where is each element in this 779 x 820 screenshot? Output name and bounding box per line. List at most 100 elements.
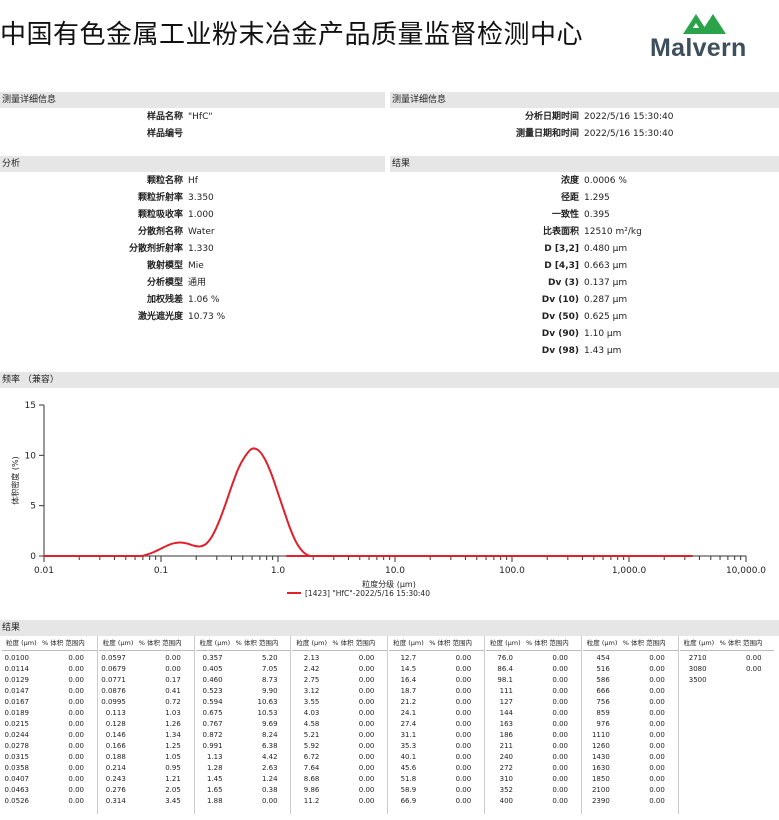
size-cell: 0.146 (105, 731, 126, 739)
size-cell: 58.9 (400, 786, 417, 794)
volume-cell: 0.00 (552, 654, 568, 662)
size-cell: 16.4 (400, 676, 417, 684)
volume-cell: 8.24 (262, 731, 278, 739)
field-label: 颗粒吸收率 (137, 210, 183, 220)
table-row: 0.0189 0.00 (2, 709, 97, 720)
size-cell: 6.72 (303, 753, 320, 761)
volume-cell: 0.00 (649, 654, 665, 662)
volume-cell: 0.00 (746, 665, 762, 673)
chart-panel: 频率 （兼容） 0 5 10 15 0.01 0.1 1.0 10.0 100.0 1,000.0… (0, 372, 779, 617)
volume-cell: 8.73 (262, 676, 278, 684)
volume-cell: 0.00 (68, 753, 84, 761)
panel-heading: 分析 (0, 156, 385, 172)
volume-cell: 0.00 (552, 786, 568, 794)
field-label: 一致性 (551, 210, 579, 220)
col-header-volume: % 体积 范围内 (332, 639, 376, 647)
size-cell: 666 (596, 687, 610, 695)
size-cell: 14.5 (400, 665, 417, 673)
table-column-group: 粒度 (µm) % 体积 范围内 2710 0.00 3080 0.00 3500 (679, 636, 775, 814)
col-header-size: 粒度 (µm) (102, 639, 134, 647)
size-cell: 2.42 (303, 665, 320, 673)
volume-cell: 1.24 (262, 775, 278, 783)
volume-cell: 0.00 (649, 676, 665, 684)
table-row: 0.767 9.69 (196, 720, 291, 731)
size-cell: 0.0278 (4, 742, 30, 750)
volume-cell: 0.00 (649, 687, 665, 695)
table-row: 272 0.00 (486, 764, 581, 775)
field-value: 1.000 (188, 210, 214, 220)
table-column-group: 粒度 (µm) % 体积 范围内 0.0597 0.00 0.0679 0.00 0.077… (98, 636, 194, 814)
field-value: 3.350 (188, 193, 214, 203)
field-label: 分析日期时间 (524, 112, 579, 122)
table-row: 1110 0.00 (583, 731, 678, 742)
table-row: 31.1 0.00 (389, 731, 484, 742)
size-cell: 1630 (591, 764, 610, 772)
table-row: 144 0.00 (486, 709, 581, 720)
volume-cell: 0.00 (455, 709, 472, 717)
field-row: 样品名称 "HfC" (0, 109, 213, 126)
volume-cell: 0.00 (455, 698, 472, 706)
size-cell: 51.8 (400, 775, 417, 783)
volume-cell: 0.00 (262, 797, 278, 805)
size-cell: 5.21 (303, 731, 320, 739)
field-row: 加权残差 1.06 % (0, 292, 219, 309)
series-line (44, 447, 693, 557)
field-row: 颗粒名称 Hf (0, 173, 198, 190)
volume-cell: 0.00 (649, 775, 665, 783)
field-label: 颗粒折射率 (137, 193, 183, 203)
volume-cell: 1.21 (165, 775, 181, 783)
x-axis-label: 粒度分级 (µm) (362, 579, 416, 589)
col-header-size: 粒度 (µm) (683, 639, 715, 647)
table-row: 40.1 0.00 (389, 753, 484, 764)
panel-heading: 结果 (0, 620, 779, 636)
volume-cell: 0.00 (358, 775, 375, 783)
volume-cell: 1.34 (165, 731, 181, 739)
volume-cell: 0.00 (455, 687, 472, 695)
size-cell: 1260 (591, 742, 610, 750)
table-row: 8.68 0.00 (292, 775, 387, 786)
size-cell: 0.523 (202, 687, 223, 695)
size-cell: 18.7 (400, 687, 417, 695)
size-cell: 144 (499, 709, 513, 717)
col-header-volume: % 体积 范围内 (526, 639, 569, 647)
volume-cell: 0.00 (552, 753, 568, 761)
table-row: 211 0.00 (486, 742, 581, 753)
volume-cell: 0.00 (455, 654, 472, 662)
volume-cell: 0.00 (552, 676, 568, 684)
volume-cell: 2.63 (262, 764, 278, 772)
x-tick-label: 10.0 (385, 566, 405, 576)
size-cell: 0.0526 (4, 797, 30, 805)
table-row: 0.128 1.26 (99, 720, 194, 731)
volume-cell: 1.03 (165, 709, 181, 717)
volume-cell: 0.00 (68, 654, 84, 662)
volume-cell: 0.00 (649, 786, 665, 794)
size-cell: 1430 (591, 753, 610, 761)
col-header-volume: % 体积 范围内 (719, 639, 763, 647)
col-header-size: 粒度 (µm) (586, 639, 618, 647)
size-cell: 0.0876 (101, 687, 126, 695)
volume-cell: 0.00 (68, 720, 84, 728)
column-divider (677, 636, 679, 814)
size-cell: 0.357 (202, 654, 223, 662)
table-row: 66.9 0.00 (389, 797, 484, 808)
volume-cell: 0.00 (358, 676, 375, 684)
table-row: 98.1 0.00 (486, 676, 581, 687)
table-row: 0.0463 0.00 (2, 786, 97, 797)
panel-heading: 测量详细信息 (0, 92, 385, 108)
size-cell: 2390 (591, 797, 610, 805)
y-tick-label: 15 (25, 401, 36, 411)
size-cell: 272 (499, 764, 513, 772)
table-row: 9.86 0.00 (292, 786, 387, 797)
size-cell: 0.314 (105, 797, 126, 805)
table-row: 0.0114 0.00 (2, 665, 97, 676)
field-value: 2022/5/16 15:30:40 (584, 129, 674, 139)
field-row: 比表面积 12510 m²/kg (390, 224, 642, 241)
size-cell: 35.3 (400, 742, 417, 750)
field-value: 12510 m²/kg (584, 227, 642, 237)
field-value: 1.43 µm (584, 346, 622, 356)
volume-cell: 0.00 (552, 742, 568, 750)
size-cell: 66.9 (400, 797, 417, 805)
table-row: 666 0.00 (583, 687, 678, 698)
volume-cell: 0.00 (68, 665, 84, 673)
field-label: 径距 (560, 193, 579, 203)
